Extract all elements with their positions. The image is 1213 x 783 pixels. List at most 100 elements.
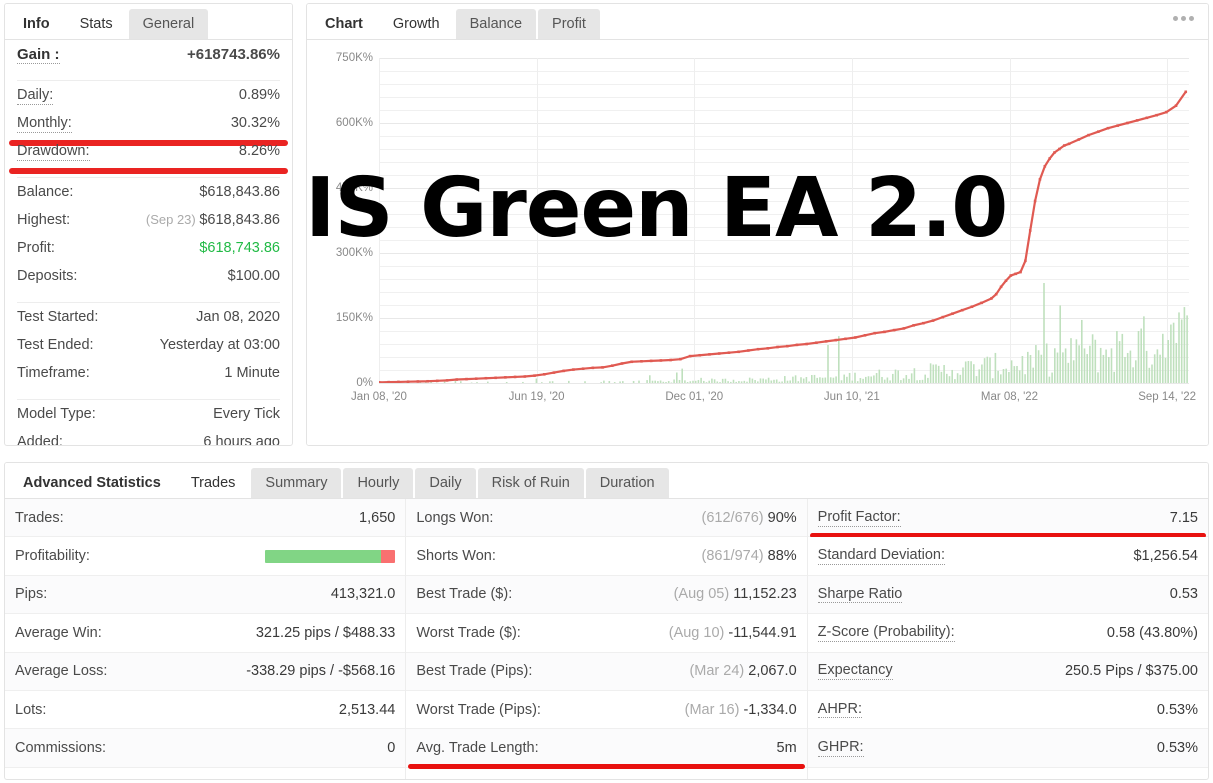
- divider: [17, 80, 280, 81]
- divider: [17, 177, 280, 178]
- chart-x-tick-label: Sep 14, '22: [1138, 391, 1196, 403]
- info-row-value: 0.89%: [239, 87, 280, 103]
- gain-label: Gain :: [17, 46, 60, 64]
- stat-row-value: 413,321.0: [331, 586, 396, 602]
- stat-row: Profitability:: [5, 537, 405, 575]
- statistics-columns: Trades:1,650Profitability:Pips:413,321.0…: [5, 499, 1208, 779]
- tab-stats[interactable]: Stats: [66, 9, 127, 39]
- stat-row-value: 7.15: [1170, 510, 1198, 526]
- chart-y-tick-label: 750K%: [336, 52, 373, 64]
- stat-row-main-value: 0.53: [1170, 586, 1198, 602]
- stat-row: Lots:2,513.44: [5, 691, 405, 729]
- profitability-bar-won: [265, 550, 381, 563]
- tab-duration[interactable]: Duration: [586, 468, 669, 498]
- info-row: Timeframe:1 Minute: [17, 365, 280, 393]
- chart-y-tick-label: 600K%: [336, 117, 373, 129]
- stat-row-label: Commissions:: [15, 740, 106, 756]
- stat-row-label: Expectancy: [818, 662, 893, 680]
- stat-row-main-value: 321.25 pips / $488.33: [256, 625, 395, 641]
- stat-row-subvalue: (Mar 24): [689, 663, 748, 679]
- stat-row-value: (612/676) 90%: [702, 510, 797, 526]
- stat-row-label: Longs Won:: [416, 510, 493, 526]
- stat-row-label: Z-Score (Probability):: [818, 624, 955, 642]
- divider: [17, 399, 280, 400]
- info-row-value: $618,743.86: [199, 240, 280, 256]
- stat-row: Profit Factor:7.15: [808, 499, 1208, 537]
- info-row-value: 8.26%: [239, 143, 280, 159]
- info-row: Model Type:Every Tick: [17, 406, 280, 434]
- info-row-main-value: 6 hours ago: [203, 434, 280, 446]
- stat-row-main-value: 88%: [768, 548, 797, 564]
- tab-trades[interactable]: Trades: [177, 468, 250, 498]
- stat-row: Z-Score (Probability): 0.58 (43.80%): [808, 614, 1208, 652]
- stat-row-main-value: 0.58 (43.80%): [1107, 625, 1198, 641]
- tab-info[interactable]: Info: [9, 9, 64, 39]
- stat-row-value: 0.58 (43.80%): [1107, 625, 1198, 641]
- stat-row-value: 5m: [777, 740, 797, 756]
- stat-row-subvalue: (Aug 05): [674, 586, 734, 602]
- tab-chart[interactable]: Chart: [311, 9, 377, 39]
- stat-row-main-value: -11,544.91: [728, 625, 796, 641]
- stat-row: GHPR:0.53%: [808, 729, 1208, 767]
- stat-row: Avg. Trade Length:5m: [406, 729, 806, 767]
- stat-row-label: Sharpe Ratio: [818, 586, 903, 604]
- info-row-main-value: 0.89%: [239, 87, 280, 103]
- chart-x-tick-label: Dec 01, '20: [665, 391, 723, 403]
- tab-balance[interactable]: Balance: [456, 9, 536, 39]
- chart-x-tick-label: Jun 19, '20: [509, 391, 565, 403]
- tab-advanced-statistics[interactable]: Advanced Statistics: [9, 468, 175, 498]
- stat-row-value: 0.53: [1170, 586, 1198, 602]
- tab-general[interactable]: General: [129, 9, 209, 39]
- info-group-model: Model Type:Every TickAdded:6 hours ago: [17, 406, 280, 446]
- growth-line-path: [379, 92, 1186, 383]
- stat-row: Expectancy 250.5 Pips / $375.00: [808, 653, 1208, 691]
- stat-row: Longs Won: (612/676) 90%: [406, 499, 806, 537]
- stat-row-main-value: 413,321.0: [331, 586, 396, 602]
- chart-y-tick-label: 150K%: [336, 312, 373, 324]
- info-row-main-value: 30.32%: [231, 115, 280, 131]
- info-row-value: $100.00: [228, 268, 280, 284]
- stat-row-main-value: 2,513.44: [339, 702, 395, 718]
- stat-row-label: Profitability:: [15, 548, 90, 564]
- stat-row: Commissions: 0: [5, 729, 405, 767]
- chart-panel-tabbar: ChartGrowthBalanceProfit: [307, 4, 1208, 40]
- advanced-statistics-panel: Advanced StatisticsTradesSummaryHourlyDa…: [4, 462, 1209, 780]
- info-row: Added:6 hours ago: [17, 434, 280, 446]
- stat-row-subvalue: (Mar 16): [685, 702, 744, 718]
- info-row-label: Model Type:: [17, 406, 96, 422]
- info-row-main-value: $618,843.86: [199, 184, 280, 200]
- info-row-main-value: $618,743.86: [199, 240, 280, 256]
- stat-row-main-value: 250.5 Pips / $375.00: [1065, 663, 1198, 679]
- stat-row: Pips:413,321.0: [5, 576, 405, 614]
- tab-daily[interactable]: Daily: [415, 468, 475, 498]
- chart-y-tick-label: 300K%: [336, 247, 373, 259]
- app-root: InfoStatsGeneral Gain : +618743.86% Dail…: [0, 0, 1213, 783]
- stats-info-panel: InfoStatsGeneral Gain : +618743.86% Dail…: [4, 3, 293, 446]
- stat-row: Best Trade ($):(Aug 05) 11,152.23: [406, 576, 806, 614]
- tab-growth[interactable]: Growth: [379, 9, 454, 39]
- stat-row-main-value: 7.15: [1170, 510, 1198, 526]
- tab-summary[interactable]: Summary: [251, 468, 341, 498]
- tab-profit[interactable]: Profit: [538, 9, 600, 39]
- info-row-value: Yesterday at 03:00: [160, 337, 280, 353]
- chart-canvas: 750K%600K%450K%300K%150K%0%Jan 08, '20Ju…: [307, 40, 1208, 446]
- stats-column-2: Longs Won:(612/676) 90%Shorts Won:(861/9…: [406, 499, 807, 779]
- stat-row-value: 2,513.44: [339, 702, 395, 718]
- info-row: Monthly: 30.32%: [17, 115, 280, 143]
- stat-row-main-value: 0: [387, 740, 395, 756]
- stat-row-label: Best Trade (Pips):: [416, 663, 532, 679]
- info-row-main-value: Jan 08, 2020: [196, 309, 280, 325]
- info-row: Drawdown:8.26%: [17, 143, 280, 171]
- more-horizontal-icon[interactable]: [1173, 16, 1194, 21]
- info-row-label: Test Started:: [17, 309, 98, 325]
- tab-hourly[interactable]: Hourly: [343, 468, 413, 498]
- stat-row-value: 0: [387, 740, 395, 756]
- stat-row-value: (Mar 24) 2,067.0: [689, 663, 796, 679]
- growth-line-chart: [379, 58, 1189, 383]
- info-panel-tabbar: InfoStatsGeneral: [5, 4, 292, 40]
- tab-risk-of-ruin[interactable]: Risk of Ruin: [478, 468, 584, 498]
- info-row-label: Monthly:: [17, 115, 72, 133]
- info-row: Daily:0.89%: [17, 87, 280, 115]
- profitability-bar: [265, 550, 395, 563]
- stat-row-main-value: 2,067.0: [748, 663, 796, 679]
